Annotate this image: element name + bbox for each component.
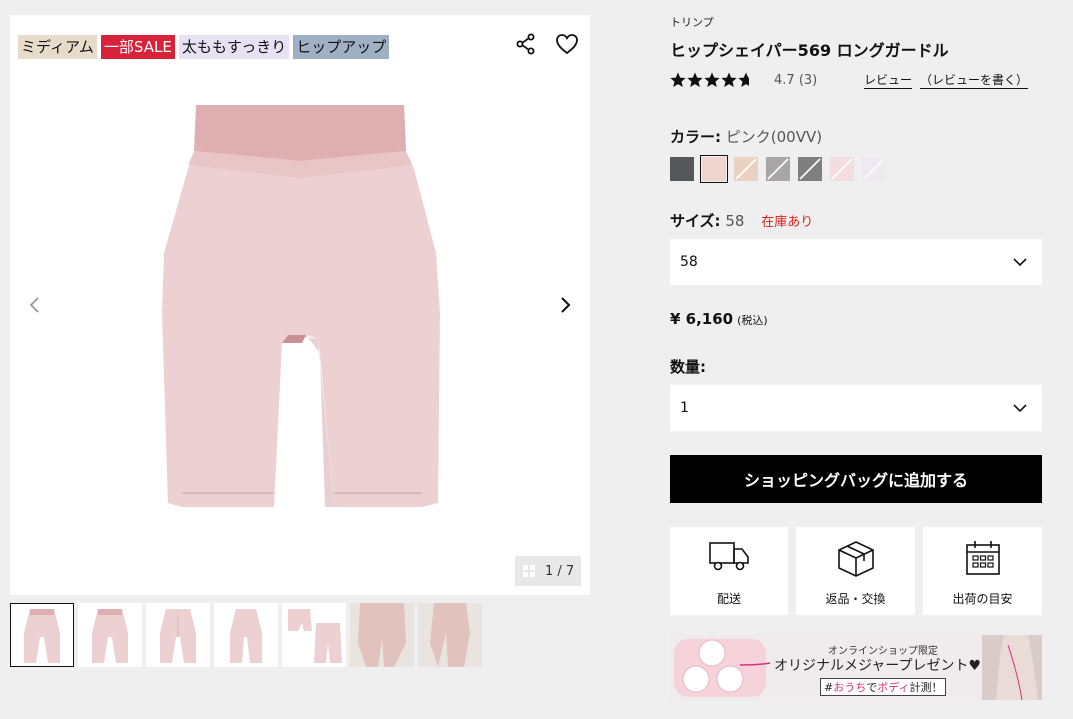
thumbnail-1[interactable] xyxy=(10,603,74,667)
star-icon xyxy=(687,72,703,87)
returns-info[interactable]: 返品・交換 xyxy=(796,527,915,615)
badge-medium: ミディアム xyxy=(18,35,97,59)
delivery-label: 配送 xyxy=(716,592,741,606)
shipping-estimate-info[interactable]: 出荷の目安 xyxy=(923,527,1042,615)
banner-title: オリジナルメジャープレゼント♥ xyxy=(774,658,982,674)
thumbnail-6[interactable] xyxy=(350,603,414,667)
next-image-icon[interactable] xyxy=(554,294,576,316)
size-dropdown[interactable]: 58 xyxy=(670,239,1042,285)
returns-label: 返品・交換 xyxy=(825,592,886,606)
color-swatches xyxy=(670,155,886,183)
thumbnail-2[interactable] xyxy=(78,603,142,667)
color-swatch-4[interactable] xyxy=(766,157,790,181)
image-counter[interactable]: 1 / 7 xyxy=(515,556,581,586)
measure-gift-banner[interactable]: オンラインショップ限定 オリジナルメジャープレゼント♥ #おうちでボディ計測！ xyxy=(670,635,1042,700)
truck-icon xyxy=(709,542,749,571)
brand-name[interactable]: トリンプ xyxy=(670,14,714,30)
review-link[interactable]: レビュー xyxy=(864,72,913,89)
thumbnail-strip xyxy=(10,603,482,667)
color-selector-label: カラー: ピンク(00VV) xyxy=(670,128,823,146)
quantity-label: 数量: xyxy=(670,358,706,376)
quantity-dropdown[interactable]: 1 xyxy=(670,385,1042,431)
price: ¥ 6,160 (税込) xyxy=(670,310,768,328)
info-boxes: 配送 返品・交換 出荷の目安 xyxy=(670,527,1042,615)
rating-value: 4.7 (3) xyxy=(774,72,818,88)
color-swatch-1[interactable] xyxy=(670,157,694,181)
star-icon xyxy=(721,72,737,87)
banner-hashtag: #おうちでボディ計測！ xyxy=(820,678,947,696)
grid-icon xyxy=(523,565,535,577)
product-image xyxy=(162,105,440,507)
star-icon xyxy=(670,72,686,87)
badge-thigh: 太ももすっきり xyxy=(178,35,290,59)
color-swatch-6[interactable] xyxy=(830,157,854,181)
counter-text: 1 / 7 xyxy=(545,563,575,579)
write-review-link[interactable]: （レビューを書く） xyxy=(920,72,1029,89)
star-icon xyxy=(704,72,720,87)
box-icon xyxy=(837,541,874,577)
badge-list: ミディアム 一部SALE 太ももすっきり ヒップアップ xyxy=(18,35,390,59)
banner-mannequin-illustration xyxy=(982,635,1042,700)
color-swatch-7[interactable] xyxy=(862,157,886,181)
add-to-bag-button[interactable]: ショッピングバッグに追加する xyxy=(670,455,1042,503)
half-star-icon xyxy=(738,72,749,87)
shipping-estimate-label: 出荷の目安 xyxy=(952,592,1013,606)
badge-hipup: ヒップアップ xyxy=(293,35,390,59)
heart-icon[interactable] xyxy=(554,31,580,57)
product-title: ヒップシェイパー569 ロングガードル xyxy=(670,41,949,60)
thumbnail-5[interactable] xyxy=(282,603,346,667)
color-swatch-5[interactable] xyxy=(798,157,822,181)
calendar-icon xyxy=(965,541,1000,575)
share-icon[interactable] xyxy=(514,32,538,56)
rating-summary: 4.7 (3) xyxy=(670,72,817,88)
stock-status: 在庫あり xyxy=(761,215,814,230)
banner-tape-illustration xyxy=(674,639,771,697)
product-gallery: ミディアム 一部SALE 太ももすっきり ヒップアップ 1 / 7 xyxy=(10,15,590,595)
star-rating xyxy=(670,72,754,88)
prev-image-icon[interactable] xyxy=(24,294,46,316)
color-swatch-2[interactable] xyxy=(700,155,728,183)
thumbnail-3[interactable] xyxy=(146,603,210,667)
thumbnail-4[interactable] xyxy=(214,603,278,667)
chevron-down-icon xyxy=(1013,404,1027,413)
delivery-info[interactable]: 配送 xyxy=(670,527,788,615)
size-selector-label: サイズ: 58 在庫あり xyxy=(670,212,814,230)
thumbnail-7[interactable] xyxy=(418,603,482,667)
badge-sale: 一部SALE xyxy=(100,35,175,59)
chevron-down-icon xyxy=(1013,258,1027,267)
color-swatch-3[interactable] xyxy=(734,157,758,181)
